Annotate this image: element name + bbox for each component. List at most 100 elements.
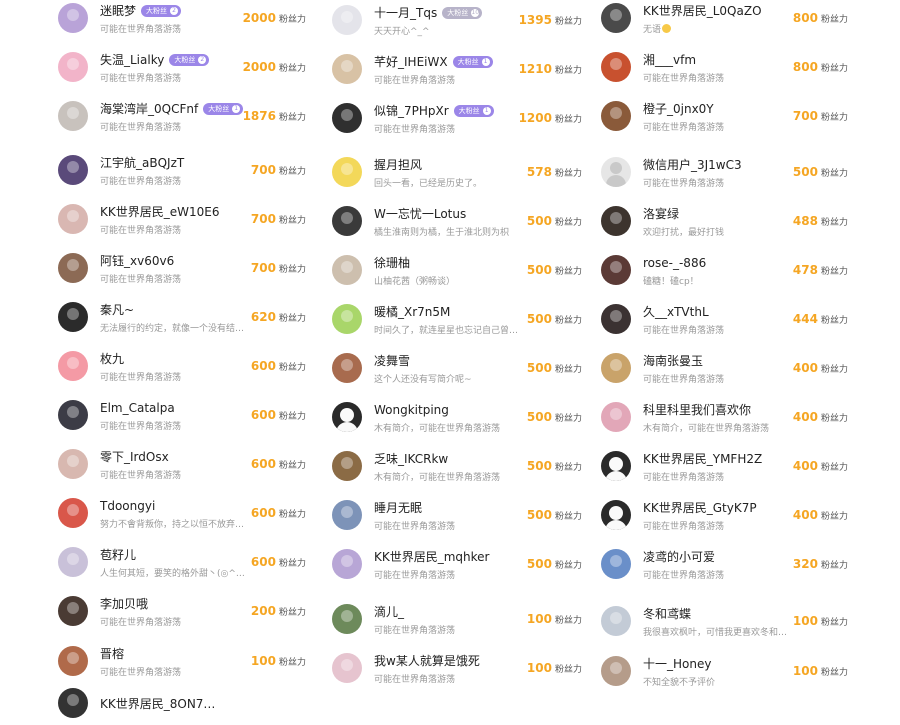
user-name[interactable]: 久__xTVthL <box>643 303 709 320</box>
avatar[interactable] <box>58 400 88 430</box>
avatar[interactable] <box>601 304 631 334</box>
user-name[interactable]: 我w某人就算是饿死 <box>374 652 480 669</box>
fan-list-item[interactable]: 凌鸢的小可爱 可能在世界角落游荡 320 粉丝力 <box>601 542 848 586</box>
avatar[interactable] <box>332 54 362 84</box>
avatar[interactable] <box>332 451 362 481</box>
avatar[interactable] <box>601 52 631 82</box>
avatar[interactable] <box>601 402 631 432</box>
user-name[interactable]: 似锦_7PHpXr <box>374 102 449 119</box>
fan-list-item[interactable]: 失温_Lialky 大粉丝 2 可能在世界角落游荡 2000 粉丝力 <box>58 45 306 89</box>
fan-list-item[interactable]: 徐珊柚 山柚花茜（粥畅谈） 500 粉丝力 <box>332 248 582 292</box>
avatar[interactable] <box>601 255 631 285</box>
fan-list-item[interactable]: KK世界居民_eW10E6 可能在世界角落游荡 700 粉丝力 <box>58 197 306 241</box>
avatar[interactable] <box>332 255 362 285</box>
fan-list-item[interactable]: KK世界居民_GtyK7P 可能在世界角落游荡 400 粉丝力 <box>601 493 848 537</box>
user-name[interactable]: 暖橘_Xr7n5M <box>374 303 450 320</box>
user-name[interactable]: KK世界居民_YMFH2Z <box>643 450 762 467</box>
user-name[interactable]: 徐珊柚 <box>374 254 410 271</box>
avatar[interactable] <box>601 606 631 636</box>
fan-list-item[interactable]: 海棠湾岸_0QCFnf 大粉丝 1 可能在世界角落游荡 1876 粉丝力 <box>58 94 306 138</box>
user-name[interactable]: 江宇航_aBQJzT <box>100 154 184 171</box>
user-name[interactable]: 晋榕 <box>100 645 124 662</box>
fan-list-item[interactable]: 科里科里我们喜欢你 木有简介，可能在世界角落游荡 400 粉丝力 <box>601 395 848 439</box>
fan-list-item[interactable]: KK世界居民_L0QaZO 无语 800 粉丝力 <box>601 0 848 40</box>
user-name[interactable]: 迷眠梦 <box>100 2 136 19</box>
user-name[interactable]: 科里科里我们喜欢你 <box>643 401 751 418</box>
user-name[interactable]: 湘___vfm <box>643 51 696 68</box>
fan-list-item[interactable]: 海南张曼玉 可能在世界角落游荡 400 粉丝力 <box>601 346 848 390</box>
user-name[interactable]: 失温_Lialky <box>100 51 164 68</box>
fan-list-item[interactable]: 握月担风 回头一看，已经是历史了。 578 粉丝力 <box>332 150 582 194</box>
avatar[interactable] <box>58 101 88 131</box>
avatar[interactable] <box>332 500 362 530</box>
fan-list-item[interactable]: rose-_-886 磕糖！磕cp！ 478 粉丝力 <box>601 248 848 292</box>
fan-list-item[interactable]: 零下_IrdOsx 可能在世界角落游荡 600 粉丝力 <box>58 442 306 486</box>
fan-list-item[interactable]: 苞籽儿 人生何其短，要笑的格外甜丶(◎^… 600 粉丝力 <box>58 540 306 584</box>
avatar[interactable] <box>58 646 88 676</box>
fan-list-item[interactable]: 李加贝哦 可能在世界角落游荡 200 粉丝力 <box>58 589 306 633</box>
avatar[interactable] <box>601 157 631 187</box>
user-name[interactable]: W一忘忧一Lotus <box>374 205 466 222</box>
user-name[interactable]: 海棠湾岸_0QCFnf <box>100 100 198 117</box>
avatar[interactable] <box>601 101 631 131</box>
user-name[interactable]: 零下_IrdOsx <box>100 448 169 465</box>
user-name[interactable]: 芊好_IHEiWX <box>374 53 448 70</box>
fan-list-item[interactable]: 凌舞雪 这个人还没有写简介呢~ 500 粉丝力 <box>332 346 582 390</box>
fan-list-item[interactable]: KK世界居民_8ON7… <box>58 681 306 725</box>
user-name[interactable]: KK世界居民_8ON7… <box>100 695 215 712</box>
fan-list-item[interactable]: Wongkitping 木有简介，可能在世界角落游荡 500 粉丝力 <box>332 395 582 439</box>
user-name[interactable]: 微信用户_3J1wC3 <box>643 156 742 173</box>
user-name[interactable]: 睡月无眠 <box>374 499 422 516</box>
user-name[interactable]: 凌舞雪 <box>374 352 410 369</box>
fan-list-item[interactable]: 枚九 可能在世界角落游荡 600 粉丝力 <box>58 344 306 388</box>
avatar[interactable] <box>58 155 88 185</box>
user-name[interactable]: 橙子_0jnx0Y <box>643 100 714 117</box>
avatar[interactable] <box>601 500 631 530</box>
avatar[interactable] <box>58 204 88 234</box>
fan-list-item[interactable]: 睡月无眠 可能在世界角落游荡 500 粉丝力 <box>332 493 582 537</box>
user-name[interactable]: 洛宴绿 <box>643 205 679 222</box>
avatar[interactable] <box>601 549 631 579</box>
user-name[interactable]: 李加贝哦 <box>100 595 148 612</box>
fan-list-item[interactable]: 十一_Honey 不知全貌不予评价 100 粉丝力 <box>601 649 848 693</box>
avatar[interactable] <box>332 206 362 236</box>
avatar[interactable] <box>58 3 88 33</box>
fan-list-item[interactable]: 乏味_IKCRkw 木有简介，可能在世界角落游荡 500 粉丝力 <box>332 444 582 488</box>
avatar[interactable] <box>58 688 88 718</box>
fan-list-item[interactable]: 江宇航_aBQJzT 可能在世界角落游荡 700 粉丝力 <box>58 148 306 192</box>
avatar[interactable] <box>601 353 631 383</box>
fan-list-item[interactable]: Elm_Catalpa 可能在世界角落游荡 600 粉丝力 <box>58 393 306 437</box>
fan-list-item[interactable]: 迷眠梦 大粉丝 2 可能在世界角落游荡 2000 粉丝力 <box>58 0 306 40</box>
fan-list-item[interactable]: 晋榕 可能在世界角落游荡 100 粉丝力 <box>58 639 306 683</box>
fan-list-item[interactable]: 久__xTVthL 可能在世界角落游荡 444 粉丝力 <box>601 297 848 341</box>
avatar[interactable] <box>58 253 88 283</box>
user-name[interactable]: Wongkitping <box>374 403 449 417</box>
avatar[interactable] <box>332 653 362 683</box>
avatar[interactable] <box>58 547 88 577</box>
user-name[interactable]: 十一月_Tqs <box>374 4 437 21</box>
fan-list-item[interactable]: KK世界居民_mqhker 可能在世界角落游荡 500 粉丝力 <box>332 542 582 586</box>
avatar[interactable] <box>332 549 362 579</box>
user-name[interactable]: 乏味_IKCRkw <box>374 450 448 467</box>
avatar[interactable] <box>58 351 88 381</box>
fan-list-item[interactable]: Tdoongyi 努力不會背叛你，持之以恒不放弃… 600 粉丝力 <box>58 491 306 535</box>
fan-list-item[interactable]: 芊好_IHEiWX 大粉丝 1 可能在世界角落游荡 1210 粉丝力 <box>332 47 582 91</box>
user-name[interactable]: 阿钰_xv60v6 <box>100 252 174 269</box>
fan-list-item[interactable]: 洛宴绿 欢迎打扰，最好打钱 488 粉丝力 <box>601 199 848 243</box>
fan-list-item[interactable]: 冬和鸢蝶 我很喜欢枫叶，可惜我更喜欢冬和… 100 粉丝力 <box>601 599 848 643</box>
avatar[interactable] <box>332 5 362 35</box>
fan-list-item[interactable]: W一忘忧一Lotus 橘生淮南则为橘，生于淮北则为枳 500 粉丝力 <box>332 199 582 243</box>
fan-list-item[interactable]: 秦凡~ 无法履行的约定，就像一个没有结… 620 粉丝力 <box>58 295 306 339</box>
avatar[interactable] <box>601 451 631 481</box>
user-name[interactable]: 秦凡~ <box>100 301 134 318</box>
fan-list-item[interactable]: 暖橘_Xr7n5M 时间久了，就连星星也忘记自己曾… 500 粉丝力 <box>332 297 582 341</box>
user-name[interactable]: Elm_Catalpa <box>100 401 175 415</box>
avatar[interactable] <box>58 596 88 626</box>
user-name[interactable]: rose-_-886 <box>643 256 706 270</box>
avatar[interactable] <box>601 3 631 33</box>
user-name[interactable]: 海南张曼玉 <box>643 352 703 369</box>
user-name[interactable]: KK世界居民_L0QaZO <box>643 2 762 19</box>
fan-list-item[interactable]: 十一月_Tqs 大粉丝 10 天天开心^_^ 1395 粉丝力 <box>332 0 582 42</box>
user-name[interactable]: 凌鸢的小可爱 <box>643 548 715 565</box>
avatar[interactable] <box>332 353 362 383</box>
